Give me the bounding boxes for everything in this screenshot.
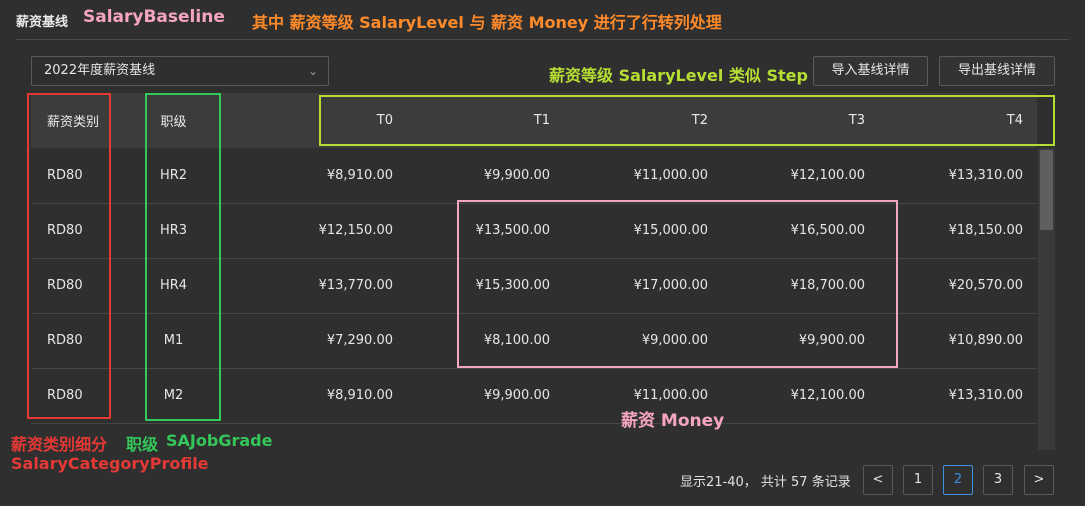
cell-t4: ¥13,310.00 — [948, 388, 1023, 403]
annotation-box-category — [27, 93, 111, 419]
cell-t2: ¥11,000.00 — [633, 167, 708, 183]
header-divider — [16, 39, 1069, 40]
import-baseline-button[interactable]: 导入基线详情 — [813, 56, 928, 86]
cell-t0: ¥12,150.00 — [318, 223, 393, 238]
chevron-down-icon: ⌄ — [307, 64, 318, 78]
baseline-select-value: 2022年度薪资基线 — [44, 63, 156, 78]
pagination-prev-button[interactable]: < — [863, 465, 893, 495]
pagination-page-1[interactable]: 1 — [903, 465, 933, 495]
export-baseline-button[interactable]: 导出基线详情 — [939, 56, 1055, 86]
cell-t4: ¥20,570.00 — [948, 278, 1023, 293]
cell-t1: ¥9,900.00 — [483, 388, 550, 403]
table-scrollbar-thumb[interactable] — [1040, 150, 1053, 230]
annotation-box-salary-level — [319, 95, 1055, 146]
annotation-pivot-note: 其中 薪资等级 SalaryLevel 与 薪资 Money 进行了行转列处理 — [252, 13, 722, 32]
cell-t0: ¥8,910.00 — [326, 167, 393, 183]
annotation-money: 薪资 Money — [621, 411, 725, 431]
pagination-page-3[interactable]: 3 — [983, 465, 1013, 495]
cell-t4: ¥10,890.00 — [948, 333, 1023, 348]
pagination-next-button[interactable]: > — [1024, 465, 1054, 495]
cell-t0: ¥13,770.00 — [318, 278, 393, 293]
pagination-page-2[interactable]: 2 — [943, 465, 973, 495]
annotation-category-en: SalaryCategoryProfile — [11, 454, 209, 473]
annotation-grade-cn: 职级 — [126, 435, 159, 454]
cell-t0: ¥8,910.00 — [326, 388, 393, 403]
annotation-box-money — [457, 200, 898, 368]
baseline-select[interactable]: 2022年度薪资基线 ⌄ — [31, 56, 329, 86]
cell-t4: ¥13,310.00 — [948, 167, 1023, 183]
annotation-box-grade — [145, 93, 221, 421]
cell-t1: ¥9,900.00 — [483, 167, 550, 183]
pagination-summary: 显示21-40， 共计 57 条记录 — [680, 475, 851, 490]
annotation-salary-level-step: 薪资等级 SalaryLevel 类似 Step — [549, 66, 808, 85]
cell-t0: ¥7,290.00 — [326, 333, 393, 348]
cell-t3: ¥12,100.00 — [790, 167, 865, 183]
page-title: 薪资基线 — [16, 15, 69, 30]
cell-t3: ¥12,100.00 — [790, 388, 865, 403]
annotation-salary-baseline: SalaryBaseline — [83, 7, 225, 27]
cell-t4: ¥18,150.00 — [948, 223, 1023, 238]
annotation-grade-en: SAJobGrade — [166, 431, 273, 450]
annotation-category-cn: 薪资类别细分 — [11, 435, 108, 454]
